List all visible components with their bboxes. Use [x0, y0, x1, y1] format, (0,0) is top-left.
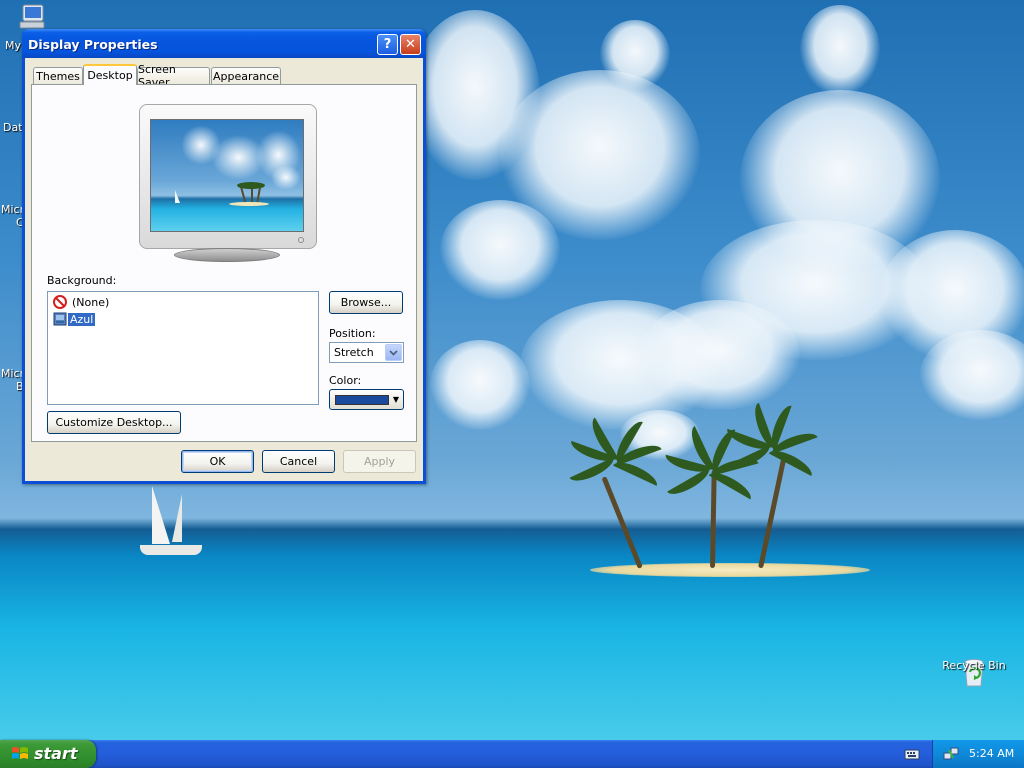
list-item[interactable]: Azul	[53, 311, 97, 327]
background-label: Background:	[47, 274, 117, 287]
background-list[interactable]: (None) Azul	[47, 291, 319, 405]
preview-cloud	[271, 165, 301, 190]
preview-island	[229, 202, 269, 206]
sand-island	[590, 563, 870, 577]
taskbar: start 5:24 AM	[0, 740, 1024, 768]
desktop-icon-label[interactable]: Micr	[1, 203, 24, 216]
palm-trunk	[601, 476, 643, 569]
tab-label: Themes	[36, 69, 80, 83]
tab-label: Desktop	[87, 69, 133, 82]
wallpaper-cloud	[440, 200, 560, 300]
power-button-icon	[298, 237, 304, 243]
recycle-bin-label: Recycle Bin	[942, 659, 1006, 672]
close-button[interactable]: ✕	[400, 34, 421, 55]
system-tray: 5:24 AM	[932, 740, 1024, 768]
browse-button[interactable]: Browse...	[329, 291, 403, 314]
sailboat-hull	[140, 545, 202, 555]
network-connection-icon[interactable]	[943, 746, 959, 762]
ok-button[interactable]: OK	[181, 450, 254, 473]
palm-crown	[724, 402, 818, 477]
apply-button[interactable]: Apply	[343, 450, 416, 473]
title-bar[interactable]: Display Properties ? ✕	[22, 29, 426, 58]
window-client-area: Themes Desktop Screen Saver Appearance B…	[25, 58, 423, 481]
tab-themes[interactable]: Themes	[33, 67, 83, 84]
sailboat-jib	[172, 494, 182, 542]
dropdown-arrow-icon: ▼	[392, 395, 399, 404]
keyboard-icon[interactable]	[904, 747, 920, 761]
wallpaper-cloud	[920, 330, 1024, 420]
tab-desktop[interactable]: Desktop	[83, 64, 137, 85]
preview-palms	[237, 182, 265, 203]
tab-label: Appearance	[212, 69, 280, 83]
wallpaper-cloud	[800, 5, 880, 95]
image-file-icon	[53, 312, 67, 326]
sailboat-sail	[152, 486, 170, 544]
color-picker-button[interactable]: ▼	[329, 389, 404, 410]
desktop-tab-panel: Background: (None) Azul Browse... Positi…	[31, 84, 417, 442]
window-title: Display Properties	[28, 37, 158, 52]
tab-screen-saver[interactable]: Screen Saver	[137, 63, 210, 89]
monitor-preview	[139, 104, 317, 249]
desktop-icon-label-my-computer[interactable]: My	[5, 39, 21, 52]
chevron-down-icon[interactable]	[385, 344, 402, 361]
wallpaper-preview-screen	[150, 119, 304, 232]
windows-logo-icon	[12, 747, 28, 759]
palm-trunk	[758, 456, 787, 569]
color-swatch	[335, 395, 389, 405]
position-select[interactable]: Stretch	[329, 342, 404, 363]
wallpaper-cloud	[600, 20, 670, 90]
desktop-icon-label[interactable]: Dat	[3, 121, 23, 134]
desktop-icon-recycle-bin[interactable]: Recycle Bin	[936, 656, 1012, 688]
wallpaper-cloud	[640, 300, 800, 410]
start-label: start	[34, 744, 78, 763]
list-item-label: Azul	[66, 311, 97, 327]
desktop-icon-label[interactable]: Micr	[1, 367, 24, 380]
palm-crown	[568, 417, 662, 486]
customize-desktop-button[interactable]: Customize Desktop...	[47, 411, 181, 434]
wallpaper-cloud	[430, 340, 530, 430]
no-entry-icon	[53, 295, 67, 309]
position-value: Stretch	[334, 346, 374, 359]
start-button[interactable]: start	[0, 740, 96, 768]
list-item[interactable]: (None)	[53, 294, 111, 310]
question-mark-icon: ?	[383, 37, 392, 52]
cancel-button[interactable]: Cancel	[262, 450, 335, 473]
tab-appearance[interactable]: Appearance	[211, 67, 281, 84]
preview-sailboat	[175, 190, 180, 203]
help-button[interactable]: ?	[377, 34, 398, 55]
list-item-label: (None)	[72, 295, 110, 309]
color-label: Color:	[329, 374, 362, 387]
clock[interactable]: 5:24 AM	[969, 747, 1014, 760]
position-label: Position:	[329, 327, 376, 340]
display-properties-window: Display Properties ? ✕ Themes Desktop Sc…	[22, 29, 426, 484]
close-icon: ✕	[405, 37, 416, 52]
monitor-stand	[174, 248, 280, 262]
